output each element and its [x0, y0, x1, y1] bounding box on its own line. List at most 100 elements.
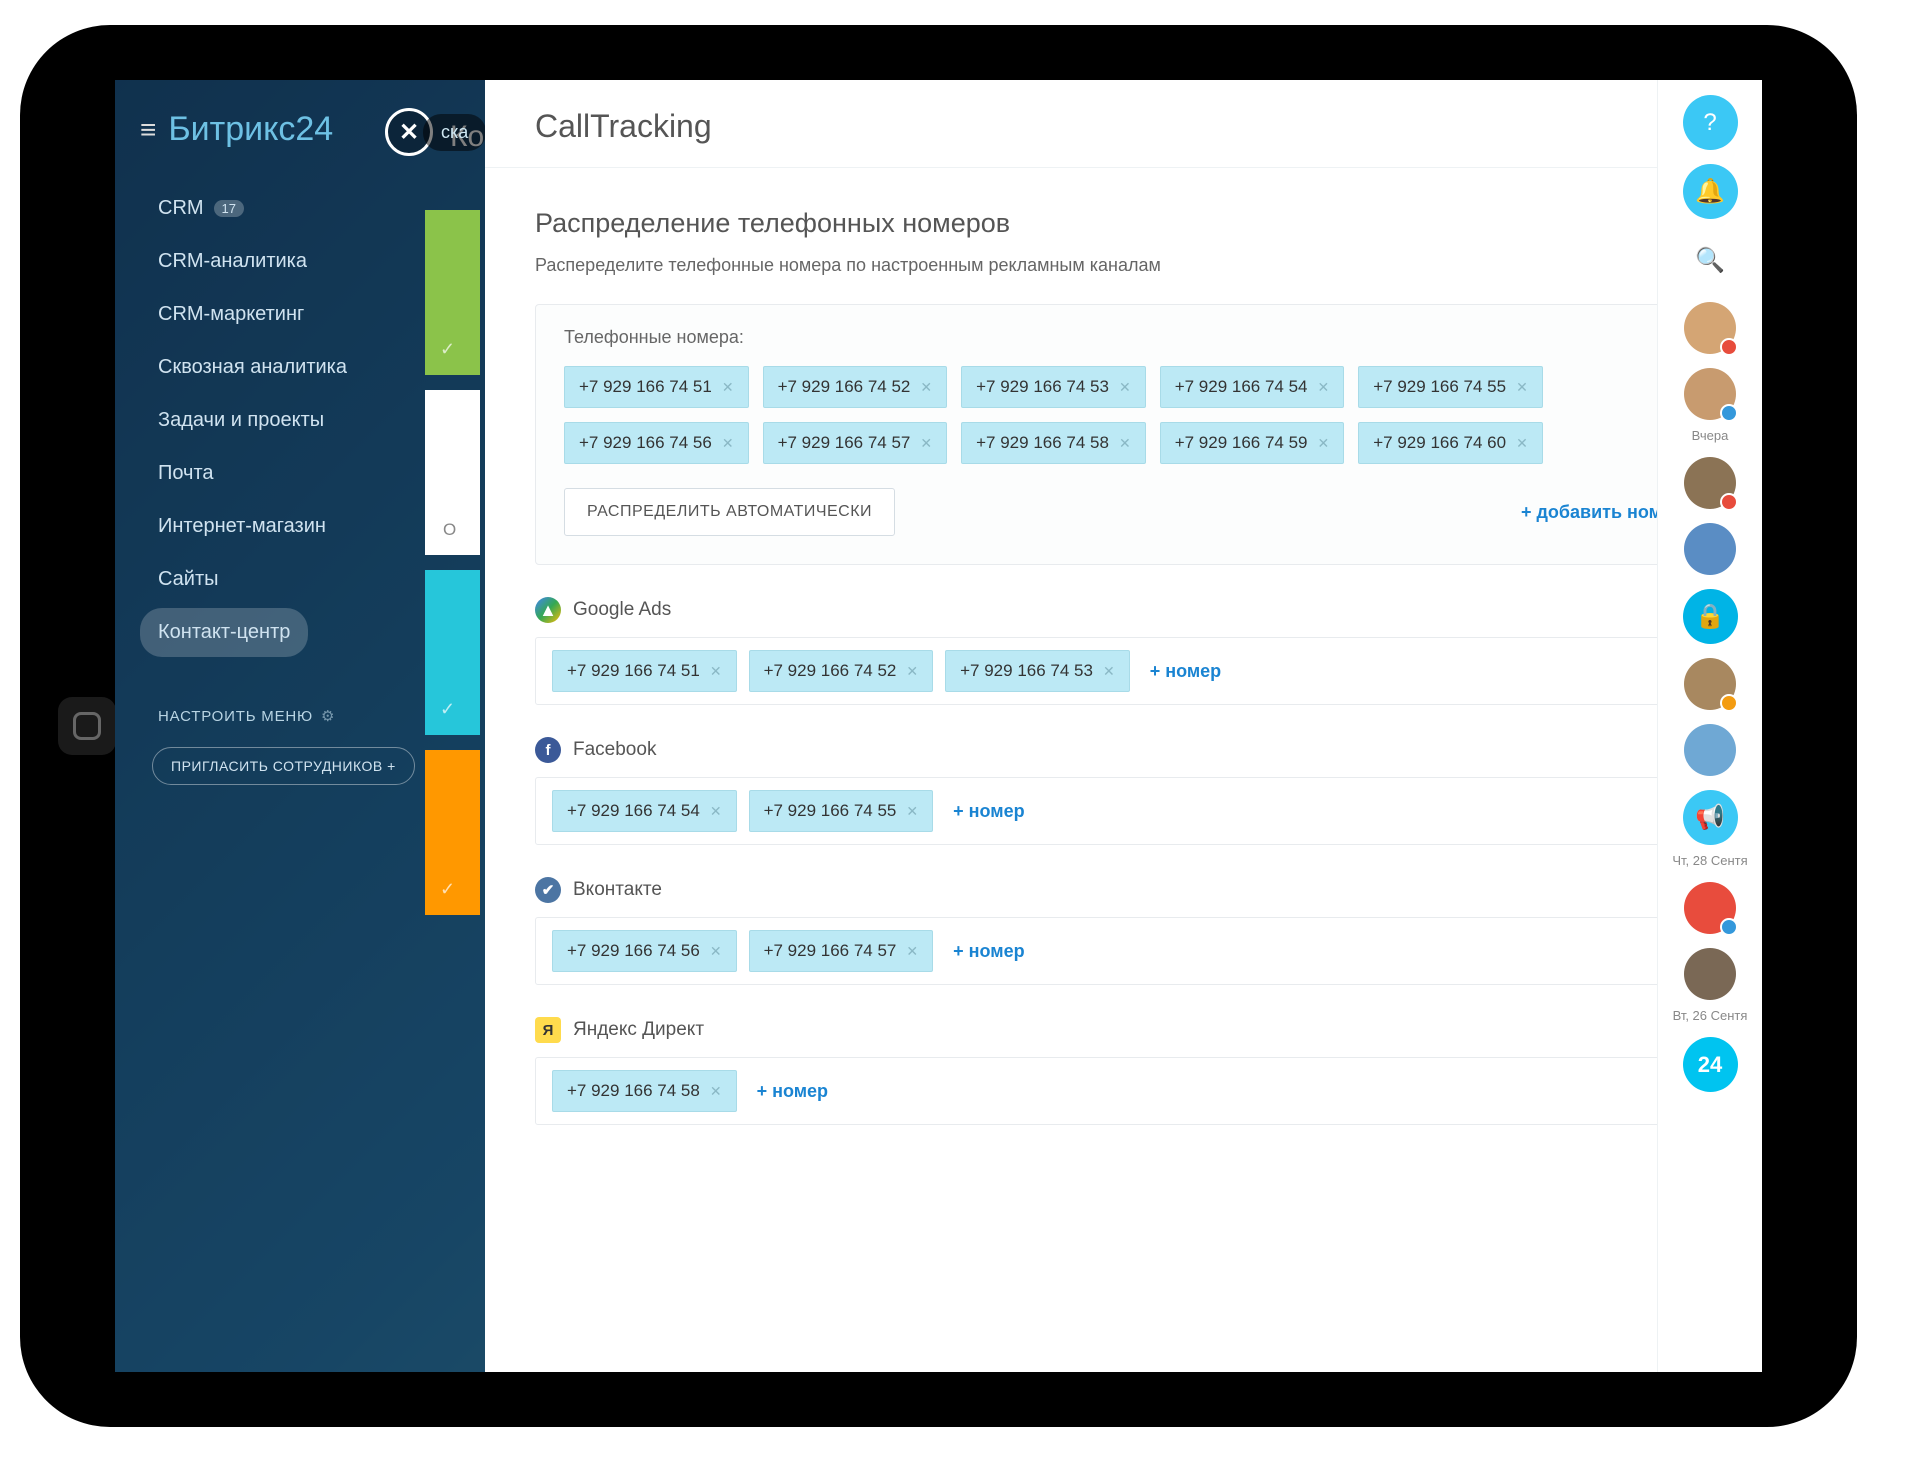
avatar[interactable]	[1684, 368, 1736, 420]
help-icon[interactable]: ?	[1683, 95, 1738, 150]
sidebar-item[interactable]: Контакт-центр	[140, 608, 308, 657]
phone-chip[interactable]: +7 929 166 74 52 ✕	[763, 366, 948, 408]
add-number-link[interactable]: + номер	[749, 1073, 836, 1110]
channel-name: Вконтакте	[573, 879, 662, 901]
modal-title: CallTracking	[535, 108, 1712, 167]
avatar[interactable]	[1684, 724, 1736, 776]
phone-chip[interactable]: +7 929 166 74 57✕	[763, 422, 948, 464]
channel-box: +7 929 166 74 54✕+7 929 166 74 55✕+ номе…	[535, 777, 1712, 845]
phone-chips: +7 929 166 74 51✕+7 929 166 74 52✕+7 929…	[564, 366, 1683, 464]
channel-block: ЯЯндекс Директ+7 929 166 74 58✕+ номер	[535, 1017, 1712, 1125]
bell-icon[interactable]: 🔔	[1683, 164, 1738, 219]
sidebar-item[interactable]: Сквозная аналитика	[140, 343, 365, 392]
sidebar-item[interactable]: Почта	[140, 449, 232, 498]
phone-number: +7 929 166 74 58	[567, 1081, 700, 1101]
phone-chip[interactable]: +7 929 166 74 51 ✕	[564, 366, 749, 408]
remove-icon[interactable]: ✕	[1516, 435, 1528, 452]
remove-icon[interactable]: ✕	[710, 1083, 722, 1100]
phone-number: +7 929 166 74 55	[1373, 377, 1506, 397]
avatar[interactable]	[1684, 523, 1736, 575]
card-cyan[interactable]: ✓	[425, 570, 480, 735]
phone-number: +7 929 166 74 56	[579, 433, 712, 453]
phone-chip[interactable]: +7 929 166 74 55✕	[749, 790, 934, 832]
phone-number: +7 929 166 74 53	[960, 661, 1093, 681]
remove-icon[interactable]: ✕	[722, 435, 734, 452]
status-badge	[1720, 338, 1738, 356]
phone-chip[interactable]: +7 929 166 74 54✕	[1160, 366, 1345, 408]
remove-icon[interactable]: ✕	[722, 379, 734, 396]
remove-icon[interactable]: ✕	[906, 663, 918, 680]
card-strip: ✓ О ✓ ✓	[425, 210, 480, 930]
card-green[interactable]: ✓	[425, 210, 480, 375]
phone-chip[interactable]: +7 929 166 74 57✕	[749, 930, 934, 972]
add-number-link[interactable]: + номер	[945, 793, 1032, 830]
remove-icon[interactable]: ✕	[710, 803, 722, 820]
phone-number: +7 929 166 74 60	[1373, 433, 1506, 453]
remove-icon[interactable]: ✕	[1119, 435, 1131, 452]
screen: ≡ Битрикс24 CRM17CRM-аналитикаCRM-маркет…	[115, 80, 1762, 1372]
sidebar-item[interactable]: Интернет-магазин	[140, 502, 344, 551]
remove-icon[interactable]: ✕	[906, 803, 918, 820]
phone-number: +7 929 166 74 52	[778, 377, 911, 397]
settings-menu-link[interactable]: НАСТРОИТЬ МЕНЮ ⚙	[140, 707, 425, 725]
avatar[interactable]	[1684, 658, 1736, 710]
channel-name: Facebook	[573, 739, 656, 761]
card-white[interactable]: О	[425, 390, 480, 555]
sidebar-item[interactable]: CRM17	[140, 184, 262, 233]
channel-block: ✔Вконтакте+7 929 166 74 56✕+7 929 166 74…	[535, 877, 1712, 985]
invite-button[interactable]: ПРИГЛАСИТЬ СОТРУДНИКОВ +	[152, 747, 415, 785]
phone-chip[interactable]: +7 929 166 74 56 ✕	[564, 422, 749, 464]
avatar[interactable]	[1684, 882, 1736, 934]
card-orange[interactable]: ✓	[425, 750, 480, 915]
phone-chip[interactable]: +7 929 166 74 59✕	[1160, 422, 1345, 464]
remove-icon[interactable]: ✕	[1318, 435, 1330, 452]
phone-chip[interactable]: +7 929 166 74 56 ✕	[552, 930, 737, 972]
phone-chip[interactable]: +7 929 166 74 53✕	[961, 366, 1146, 408]
phone-number: +7 929 166 74 51	[579, 377, 712, 397]
remove-icon[interactable]: ✕	[1516, 379, 1528, 396]
close-tag: ска	[423, 114, 486, 151]
search-icon[interactable]: 🔍	[1683, 233, 1738, 288]
sidebar-item[interactable]: CRM-маркетинг	[140, 290, 322, 339]
remove-icon[interactable]: ✕	[1119, 379, 1131, 396]
add-number-link[interactable]: + номер	[1142, 653, 1229, 690]
phone-chip[interactable]: +7 929 166 74 53 ✕	[945, 650, 1130, 692]
phone-chip[interactable]: +7 929 166 74 55 ✕	[1358, 366, 1543, 408]
remove-icon[interactable]: ✕	[710, 943, 722, 960]
section-subtitle: Распеределите телефонные номера по настр…	[535, 255, 1712, 276]
phone-number: +7 929 166 74 54	[567, 801, 700, 821]
lock-icon[interactable]: 🔒	[1683, 589, 1738, 644]
add-number-link[interactable]: + номер	[945, 933, 1032, 970]
remove-icon[interactable]: ✕	[906, 943, 918, 960]
sidebar-item[interactable]: Задачи и проекты	[140, 396, 342, 445]
card-letter: О	[443, 520, 456, 540]
status-badge	[1720, 918, 1738, 936]
remove-icon[interactable]: ✕	[920, 379, 932, 396]
channel-header: fFacebook	[535, 737, 1712, 763]
avatar[interactable]	[1684, 302, 1736, 354]
sidebar-item[interactable]: Сайты	[140, 555, 237, 604]
phone-chip[interactable]: +7 929 166 74 54 ✕	[552, 790, 737, 832]
distribute-auto-button[interactable]: РАСПРЕДЕЛИТЬ АВТОМАТИЧЕСКИ	[564, 488, 895, 536]
remove-icon[interactable]: ✕	[710, 663, 722, 680]
megaphone-icon[interactable]: 📢	[1683, 790, 1738, 845]
b24-icon[interactable]: 24	[1683, 1037, 1738, 1092]
vk-icon: ✔	[535, 877, 561, 903]
home-button[interactable]	[58, 697, 116, 755]
phone-chip[interactable]: +7 929 166 74 58✕	[961, 422, 1146, 464]
phone-chip[interactable]: +7 929 166 74 51✕	[552, 650, 737, 692]
phone-label: Телефонные номера:	[564, 327, 1683, 348]
avatar[interactable]	[1684, 948, 1736, 1000]
remove-icon[interactable]: ✕	[1318, 379, 1330, 396]
phone-chip[interactable]: +7 929 166 74 58 ✕	[552, 1070, 737, 1112]
phone-chip[interactable]: +7 929 166 74 52✕	[749, 650, 934, 692]
rail-date: Вчера	[1692, 428, 1729, 443]
channel-header: ▲Google Ads	[535, 597, 1712, 623]
phone-number: +7 929 166 74 56	[567, 941, 700, 961]
hamburger-icon[interactable]: ≡	[140, 114, 156, 146]
remove-icon[interactable]: ✕	[920, 435, 932, 452]
remove-icon[interactable]: ✕	[1103, 663, 1115, 680]
avatar[interactable]	[1684, 457, 1736, 509]
phone-chip[interactable]: +7 929 166 74 60 ✕	[1358, 422, 1543, 464]
sidebar-item[interactable]: CRM-аналитика	[140, 237, 325, 286]
